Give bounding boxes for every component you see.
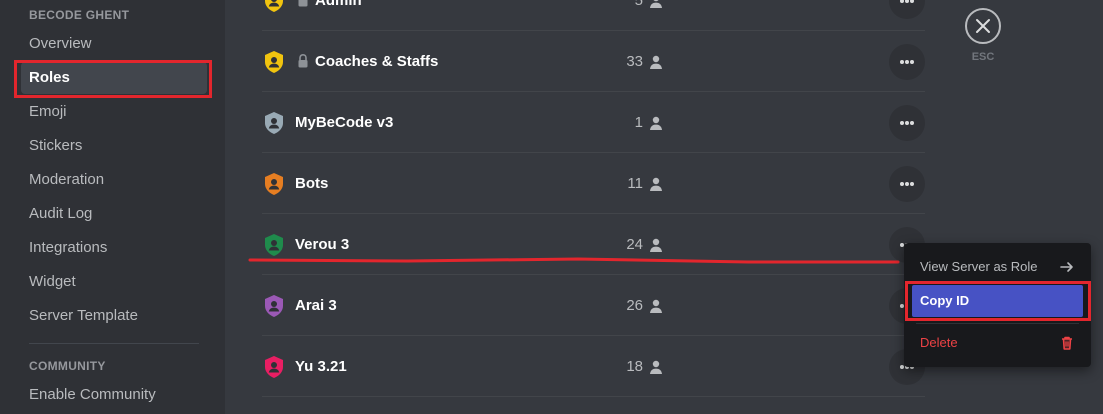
role-more-options-button[interactable]	[889, 44, 925, 80]
sidebar-item-audit-log[interactable]: Audit Log	[21, 198, 207, 230]
server-name-header: BECODE GHENT	[29, 8, 130, 22]
more-dot-icon	[905, 121, 909, 125]
more-dot-icon	[905, 0, 909, 3]
role-row[interactable]: Admin 5	[262, 0, 925, 31]
sidebar-item-moderation[interactable]: Moderation	[21, 164, 207, 196]
role-member-count: 18	[626, 358, 643, 375]
role-member-count: 11	[627, 175, 643, 192]
delete-role-item[interactable]: Delete	[912, 327, 1083, 359]
role-name: Admin	[315, 0, 362, 9]
more-dot-icon	[900, 121, 904, 125]
role-row[interactable]: Verou 3 24	[262, 215, 925, 275]
role-member-count: 26	[626, 297, 643, 314]
more-dot-icon	[910, 121, 914, 125]
arrow-right-icon	[1060, 262, 1073, 272]
more-dot-icon	[900, 365, 904, 369]
sidebar-item-enable-community[interactable]: Enable Community	[21, 379, 207, 411]
member-person-icon	[650, 55, 662, 69]
role-shield-icon	[265, 51, 283, 73]
member-person-icon	[650, 238, 662, 252]
member-person-icon	[650, 177, 662, 191]
role-shield-icon	[265, 0, 283, 12]
lock-icon	[298, 53, 308, 68]
role-more-options-button[interactable]	[889, 0, 925, 19]
role-row[interactable]: MyBeCode v3 1	[262, 93, 925, 153]
role-row[interactable]: Bots 11	[262, 154, 925, 214]
more-dot-icon	[910, 182, 914, 186]
role-row[interactable]: Yu 3.21 18	[262, 337, 925, 397]
sidebar-item-overview[interactable]: Overview	[21, 28, 207, 60]
member-person-icon	[650, 299, 662, 313]
role-name: MyBeCode v3	[295, 114, 394, 131]
sidebar-item-stickers[interactable]: Stickers	[21, 130, 207, 162]
role-shield-icon	[265, 112, 283, 134]
role-name: Arai 3	[295, 297, 337, 314]
role-name: Coaches & Staffs	[315, 53, 439, 70]
view-server-as-role-item[interactable]: View Server as Role	[912, 251, 1083, 283]
menu-separator	[916, 323, 1079, 324]
lock-icon	[298, 0, 308, 7]
role-member-count: 33	[626, 53, 643, 70]
more-dot-icon	[900, 60, 904, 64]
sidebar-item-emoji[interactable]: Emoji	[21, 96, 207, 128]
role-shield-icon	[265, 356, 283, 378]
role-more-options-button[interactable]	[889, 105, 925, 141]
trash-icon	[1062, 336, 1072, 350]
more-dot-icon	[905, 182, 909, 186]
role-name: Yu 3.21	[295, 358, 347, 375]
more-dot-icon	[905, 60, 909, 64]
role-context-menu: View Server as Role Copy ID Delete	[904, 243, 1091, 367]
role-name: Bots	[295, 175, 329, 192]
more-dot-icon	[900, 182, 904, 186]
role-member-count: 1	[634, 114, 643, 131]
close-esc-label: ESC	[971, 51, 995, 63]
role-shield-icon	[265, 173, 283, 195]
settings-sidebar: BECODE GHENT Overview Roles Emoji Sticke…	[0, 0, 225, 414]
role-more-options-button[interactable]	[889, 166, 925, 202]
sidebar-item-integrations[interactable]: Integrations	[21, 232, 207, 264]
role-row[interactable]: Coaches & Staffs 33	[262, 32, 925, 92]
more-dot-icon	[910, 0, 914, 3]
more-dot-icon	[900, 0, 904, 3]
community-header: COMMUNITY	[29, 359, 106, 373]
close-icon	[976, 19, 990, 33]
member-person-icon	[650, 116, 662, 130]
sidebar-item-widget[interactable]: Widget	[21, 266, 207, 298]
close-button[interactable]	[965, 8, 1001, 44]
delete-role-label: Delete	[920, 335, 958, 350]
copy-id-item[interactable]: Copy ID	[912, 285, 1083, 317]
sidebar-item-server-template[interactable]: Server Template	[21, 300, 207, 332]
role-shield-icon	[265, 234, 283, 256]
view-server-as-role-label: View Server as Role	[920, 259, 1038, 274]
member-person-icon	[650, 360, 662, 374]
role-name: Verou 3	[295, 236, 350, 253]
role-shield-icon	[265, 295, 283, 317]
sidebar-item-roles[interactable]: Roles	[21, 62, 207, 94]
sidebar-divider	[29, 343, 199, 344]
member-person-icon	[650, 0, 662, 8]
role-row[interactable]: Arai 3 26	[262, 276, 925, 336]
more-dot-icon	[910, 60, 914, 64]
role-member-count: 5	[634, 0, 643, 9]
role-member-count: 24	[626, 236, 643, 253]
